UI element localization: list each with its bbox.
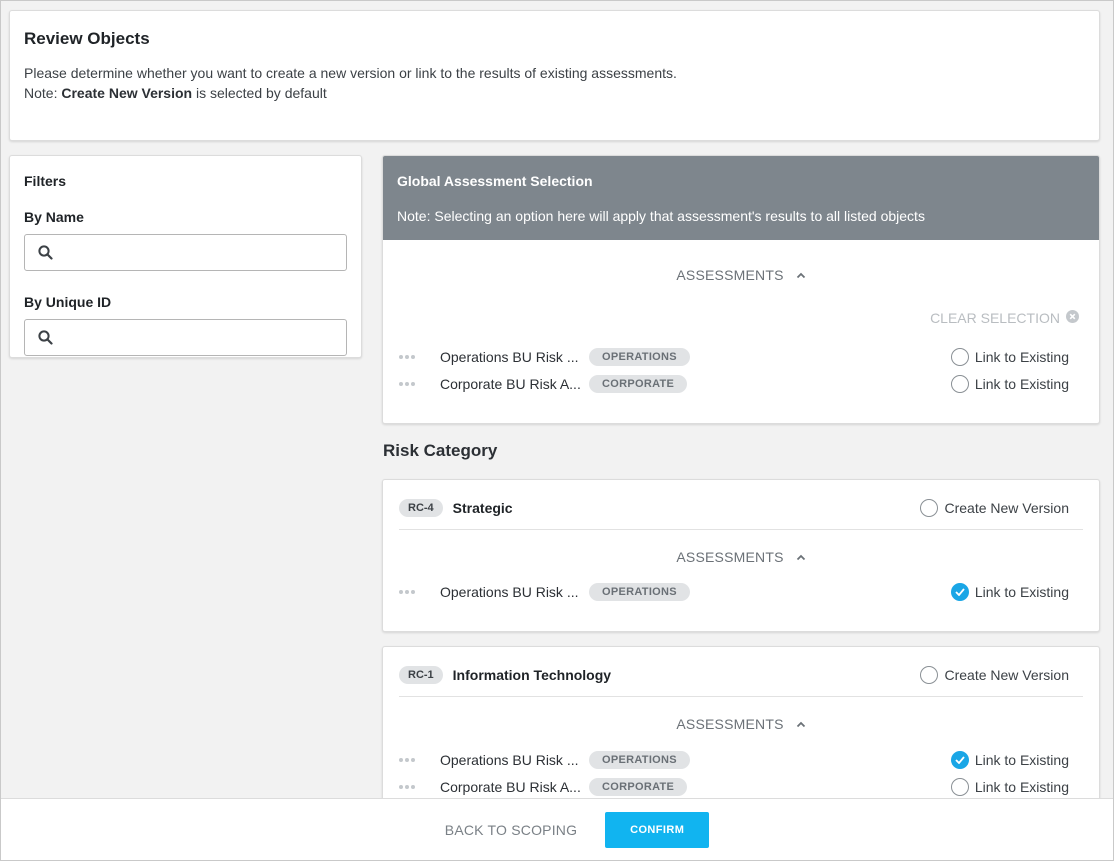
assessments-toggle[interactable]: ASSESSMENTS [383, 548, 1099, 565]
assessment-tag: OPERATIONS [589, 348, 690, 366]
risk-category-name: Strategic [452, 500, 513, 516]
filters-title: Filters [24, 173, 67, 189]
radio-label: Create New Version [944, 667, 1069, 683]
radio-button[interactable] [920, 666, 939, 684]
drag-handle-icon[interactable] [399, 590, 417, 594]
radio-button[interactable] [920, 499, 939, 517]
radio-button[interactable] [950, 348, 969, 366]
search-icon [38, 330, 53, 350]
list-item: Corporate BU Risk A... CORPORATE Link to… [399, 374, 1069, 394]
radio-button[interactable] [950, 778, 969, 796]
risk-category-header: RC-1 Information Technology Create New V… [399, 665, 1069, 685]
radio-label: Link to Existing [974, 752, 1069, 768]
assessment-tag: CORPORATE [589, 375, 688, 393]
risk-category-card-strategic: RC-4 Strategic Create New Version ASSESS… [382, 479, 1100, 632]
by-unique-id-input[interactable] [25, 320, 346, 355]
by-unique-id-label: By Unique ID [24, 294, 112, 310]
assessment-name: Operations BU Risk ... [440, 349, 579, 365]
check-icon [955, 588, 965, 596]
risk-category-card-information-technology: RC-1 Information Technology Create New V… [382, 646, 1100, 816]
assessments-toggle[interactable]: ASSESSMENTS [383, 715, 1099, 732]
radio-label: Link to Existing [974, 779, 1069, 795]
list-item: Operations BU Risk ... OPERATIONS Link t… [399, 582, 1069, 602]
link-to-existing-option[interactable]: Link to Existing [950, 778, 1069, 796]
link-to-existing-option[interactable]: Link to Existing [950, 348, 1069, 366]
radio-label: Link to Existing [974, 376, 1069, 392]
list-item: Operations BU Risk ... OPERATIONS Link t… [399, 347, 1069, 367]
divider [399, 696, 1083, 697]
drag-handle-icon[interactable] [399, 785, 417, 789]
clear-selection-button[interactable]: CLEAR SELECTION [930, 310, 1079, 326]
radio-button-checked[interactable] [950, 751, 969, 769]
confirm-button[interactable]: CONFIRM [605, 811, 710, 848]
assessment-name: Corporate BU Risk A... [440, 779, 580, 795]
by-name-label: By Name [24, 209, 84, 225]
chevron-up-icon [796, 715, 806, 731]
global-assessment-card: Global Assessment Selection Note: Select… [382, 155, 1100, 424]
close-circle-icon [1066, 310, 1079, 326]
clear-selection-label: CLEAR SELECTION [930, 310, 1060, 326]
by-name-input[interactable] [25, 235, 346, 270]
assessment-tag: CORPORATE [589, 778, 688, 796]
footer-bar: BACK TO SCOPING CONFIRM [1, 798, 1113, 860]
list-item: Corporate BU Risk A... CORPORATE Link to… [399, 777, 1069, 797]
radio-label: Create New Version [944, 500, 1069, 516]
assessment-name: Operations BU Risk ... [440, 584, 579, 600]
drag-handle-icon[interactable] [399, 355, 417, 359]
create-new-version-option[interactable]: Create New Version [920, 666, 1069, 684]
risk-category-title: Risk Category [383, 441, 498, 460]
link-to-existing-option[interactable]: Link to Existing [950, 751, 1069, 769]
assessment-tag: OPERATIONS [589, 751, 690, 769]
page-description: Please determine whether you want to cre… [24, 65, 677, 81]
review-objects-card: Review Objects Please determine whether … [9, 10, 1100, 141]
global-assessment-title: Global Assessment Selection [397, 173, 593, 189]
list-item: Operations BU Risk ... OPERATIONS Link t… [399, 750, 1069, 770]
risk-category-header: RC-4 Strategic Create New Version [399, 498, 1069, 518]
page-note: Note: Create New Version is selected by … [24, 83, 1085, 103]
search-icon [38, 245, 53, 265]
chevron-up-icon [796, 548, 806, 564]
by-unique-id-search[interactable] [24, 319, 347, 356]
note-prefix: Note: [24, 85, 62, 101]
filters-panel: Filters By Name By Unique ID [9, 155, 362, 358]
radio-button-checked[interactable] [950, 583, 969, 601]
radio-label: Link to Existing [974, 349, 1069, 365]
id-badge: RC-1 [399, 666, 443, 684]
drag-handle-icon[interactable] [399, 382, 417, 386]
assessments-label: ASSESSMENTS [676, 267, 784, 283]
assessment-name: Corporate BU Risk A... [440, 376, 580, 392]
assessments-toggle[interactable]: ASSESSMENTS [383, 266, 1099, 283]
radio-button[interactable] [950, 375, 969, 393]
assessments-label: ASSESSMENTS [676, 716, 784, 732]
link-to-existing-option[interactable]: Link to Existing [950, 375, 1069, 393]
note-bold: Create New Version [61, 85, 193, 101]
check-icon [955, 756, 965, 764]
link-to-existing-option[interactable]: Link to Existing [950, 583, 1069, 601]
drag-handle-icon[interactable] [399, 758, 417, 762]
divider [399, 529, 1083, 530]
assessment-name: Operations BU Risk ... [440, 752, 579, 768]
global-assessment-note: Note: Selecting an option here will appl… [397, 208, 925, 224]
assessments-label: ASSESSMENTS [676, 549, 784, 565]
chevron-up-icon [796, 266, 806, 282]
risk-category-name: Information Technology [452, 667, 612, 683]
note-suffix: is selected by default [192, 85, 327, 101]
by-name-search[interactable] [24, 234, 347, 271]
page-title: Review Objects [24, 29, 150, 48]
create-new-version-option[interactable]: Create New Version [920, 499, 1069, 517]
assessment-tag: OPERATIONS [589, 583, 690, 601]
id-badge: RC-4 [399, 499, 443, 517]
radio-label: Link to Existing [974, 584, 1069, 600]
back-to-scoping-button[interactable]: BACK TO SCOPING [405, 822, 577, 838]
global-assessment-header: Global Assessment Selection Note: Select… [383, 156, 1099, 240]
